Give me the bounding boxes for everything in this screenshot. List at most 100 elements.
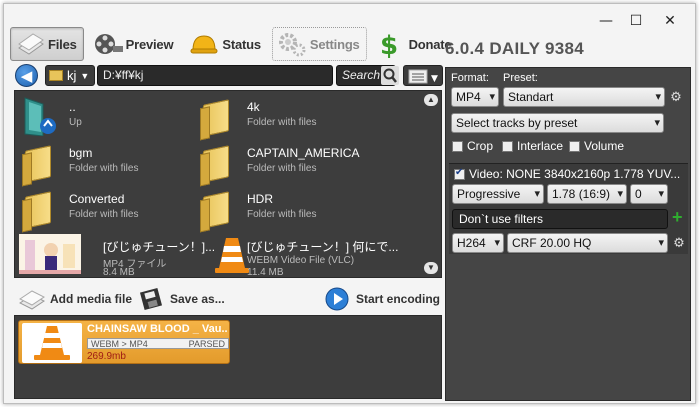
floppy-disk-icon [138,287,166,311]
encoding-queue: CHAINSAW BLOOD _ Vau... WEBM > MP4 PARSE… [14,315,442,399]
file-item-size: 8.4 MB [103,267,135,278]
file-item-name: bgm [69,146,93,160]
video-track-section: Video: NONE 3840x2160p 1.778 YUV... Prog… [449,163,688,254]
file-item-folder[interactable]: HDR Folder with files [195,185,405,231]
view-mode-button[interactable]: ▼ [403,65,443,86]
crop-checkbox[interactable]: Crop [452,139,493,153]
video-track-checkbox-box [454,167,465,180]
interlace-label: Interlace [517,139,564,153]
actions-bar: Add media file Save as... Start encoding [14,285,442,313]
hardhat-icon [189,30,219,58]
settings-panel: Format: Preset: MP4 Standart ⚙ Select tr… [445,67,691,401]
file-item-folder[interactable]: CAPTAIN_AMERICA Folder with files [195,139,405,185]
folder-select-value: kj [67,68,77,83]
preset-select[interactable]: Standart [503,87,665,107]
svg-text:$: $ [380,31,398,58]
add-media-button[interactable]: Add media file [18,285,132,313]
scroll-down-button[interactable]: ▼ [424,262,438,274]
file-item-folder[interactable]: 4k Folder with files [195,93,405,139]
file-item-name: HDR [247,192,273,206]
aspect-ratio-select[interactable]: 1.78 (16:9) [547,184,627,204]
video-thumbnail [19,234,81,274]
crop-label: Crop [467,139,494,153]
file-item-name: 4k [247,100,260,114]
tab-settings[interactable]: Settings [271,27,367,61]
file-item-name: Converted [69,192,125,206]
file-item-name: .. [69,100,76,114]
volume-checkbox[interactable]: Volume [569,139,624,153]
folder-icon [199,142,241,183]
interlace-checkbox[interactable]: Interlace [502,139,563,153]
add-filter-icon[interactable]: + [672,207,683,228]
svg-text:▼: ▼ [431,74,438,84]
add-media-icon [18,287,46,311]
queue-item-progress: WEBM > MP4 PARSED [87,338,229,349]
codec-settings-icon[interactable]: ⚙ [672,236,686,250]
queue-item-status: PARSED [188,339,225,349]
vlc-cone-icon [22,323,82,363]
file-item-sub: Folder with files [69,163,139,174]
scroll-up-button[interactable]: ▲ [424,94,438,106]
version-label: 6.0.4 DAILY 9384 [445,39,585,58]
save-as-label: Save as... [170,292,225,306]
tracks-select[interactable]: Select tracks by preset [451,113,664,133]
folder-select[interactable]: kj ▼ [45,65,95,86]
preset-label: Preset: [503,72,538,84]
main-toolbar: Files Preview Status Settings $ Donate [10,26,462,62]
dollar-icon: $ [376,30,406,61]
format-select[interactable]: MP4 [451,87,499,107]
play-icon [324,287,352,311]
file-item-sub: Folder with files [247,117,317,128]
start-encoding-label: Start encoding [356,292,441,306]
app-window: — ☐ ✕ Files Preview Status Settings $ Do… [3,3,696,404]
volume-label: Volume [584,139,625,153]
queue-item-conversion: WEBM > MP4 [91,339,148,349]
tab-preview[interactable]: Preview [88,27,181,61]
arrow-left-icon: ◀ [20,67,33,85]
file-item-name: CAPTAIN_AMERICA [247,146,360,160]
folder-icon [21,142,63,183]
queue-item-title: CHAINSAW BLOOD _ Vau... [87,323,227,335]
crop-checkbox-box [452,140,463,152]
rotation-select[interactable]: 0 [630,184,668,204]
folder-icon [199,96,241,137]
file-item-sub: Folder with files [69,209,139,220]
file-item-sub: Folder with files [247,163,317,174]
volume-checkbox-box [569,140,580,152]
file-item-sub: Up [69,117,82,128]
path-input[interactable]: D:¥ff¥kj [97,65,333,86]
file-browser: .. Up 4k Folder with files bgm Folder wi… [14,90,442,278]
tab-status-label: Status [222,36,261,52]
quality-select[interactable]: CRF 20.00 HQ [507,233,668,253]
nav-bar: ◀ kj ▼ D:¥ff¥kj Search ▼ [11,64,444,88]
tab-status[interactable]: Status [184,27,268,61]
interlace-checkbox-box [502,140,513,152]
film-reel-icon [93,30,123,58]
tab-settings-label: Settings [309,36,360,52]
filters-input[interactable]: Don`t use filters [452,209,668,229]
file-item-sub: WEBM Video File (VLC) [247,255,355,266]
tab-files[interactable]: Files [10,27,84,61]
video-track-checkbox[interactable]: Video: NONE 3840x2160p 1.778 YUV... [454,167,680,181]
start-encoding-button[interactable]: Start encoding [324,285,440,313]
scan-type-select[interactable]: Progressive [452,184,544,204]
video-track-header: Video: NONE 3840x2160p 1.778 YUV... [469,167,681,181]
file-item-size: 11.4 MB [247,267,284,278]
codec-select[interactable]: H264 [452,233,504,253]
add-media-label: Add media file [50,292,133,306]
back-button[interactable]: ◀ [15,64,38,87]
search-icon[interactable] [381,66,399,85]
gears-icon [277,30,307,58]
queue-item[interactable]: CHAINSAW BLOOD _ Vau... WEBM > MP4 PARSE… [18,320,230,364]
queue-item-size: 269.9mb [87,351,126,362]
file-item-name: [びじゅチューン！] 何にで... [247,240,399,254]
file-item-video[interactable]: [びじゅチューン！] 何にで... WEBM Video File (VLC) … [195,231,405,278]
chevron-down-icon: ▼ [80,70,90,81]
folder-icon [199,188,241,229]
preset-settings-icon[interactable]: ⚙ [669,90,683,104]
save-as-button[interactable]: Save as... [138,285,225,313]
file-item-sub: Folder with files [247,209,317,220]
tab-preview-label: Preview [125,36,174,52]
close-button[interactable]: ✕ [650,8,690,34]
folder-up-icon [21,96,63,137]
